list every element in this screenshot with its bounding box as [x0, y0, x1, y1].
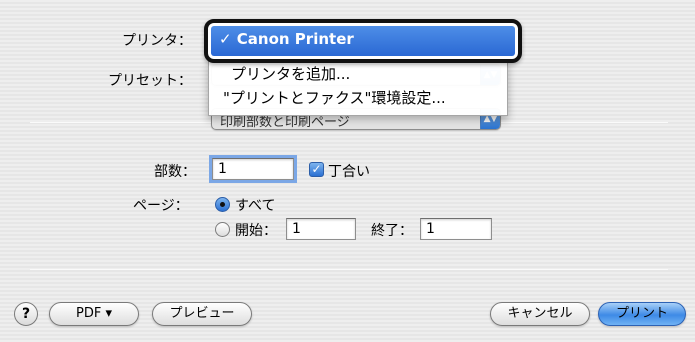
preview-button[interactable]: プレビュー	[152, 302, 252, 326]
pages-label: ページ：	[133, 198, 189, 214]
separator-bottom	[30, 269, 668, 270]
collate-label: 丁合い	[328, 164, 370, 180]
menu-item-add-printer[interactable]: プリンタを追加...	[231, 63, 350, 84]
pages-all-radio[interactable]	[215, 197, 230, 212]
pages-from-input[interactable]: 1	[286, 218, 356, 240]
cancel-button[interactable]: キャンセル	[490, 302, 590, 326]
copies-label: 部数：	[154, 164, 196, 180]
copies-input[interactable]: 1	[209, 155, 297, 183]
printer-popup[interactable]: ✓ Canon Printer	[204, 19, 522, 63]
menu-item-print-fax-prefs[interactable]: "プリントとファクス"環境設定...	[223, 87, 446, 108]
print-button[interactable]: プリント	[598, 302, 686, 326]
printer-label: プリンタ：	[122, 33, 192, 49]
pages-from-label: 開始：	[235, 223, 277, 239]
panel-popup-value: 印刷部数と印刷ページ	[220, 115, 350, 130]
pdf-button[interactable]: PDF ▾	[49, 302, 139, 326]
printer-menu: プリンタを追加... "プリントとファクス"環境設定...	[208, 60, 508, 116]
pages-to-label: 終了：	[371, 223, 413, 239]
pages-range-radio[interactable]	[215, 222, 230, 237]
pages-to-input[interactable]: 1	[420, 218, 492, 240]
menu-item-canon-printer[interactable]: ✓ Canon Printer	[211, 26, 515, 56]
preset-label: プリセット：	[108, 73, 192, 89]
help-button[interactable]: ?	[14, 302, 38, 326]
collate-checkbox[interactable]: ✓	[309, 162, 324, 177]
pages-all-label: すべて	[235, 198, 276, 214]
